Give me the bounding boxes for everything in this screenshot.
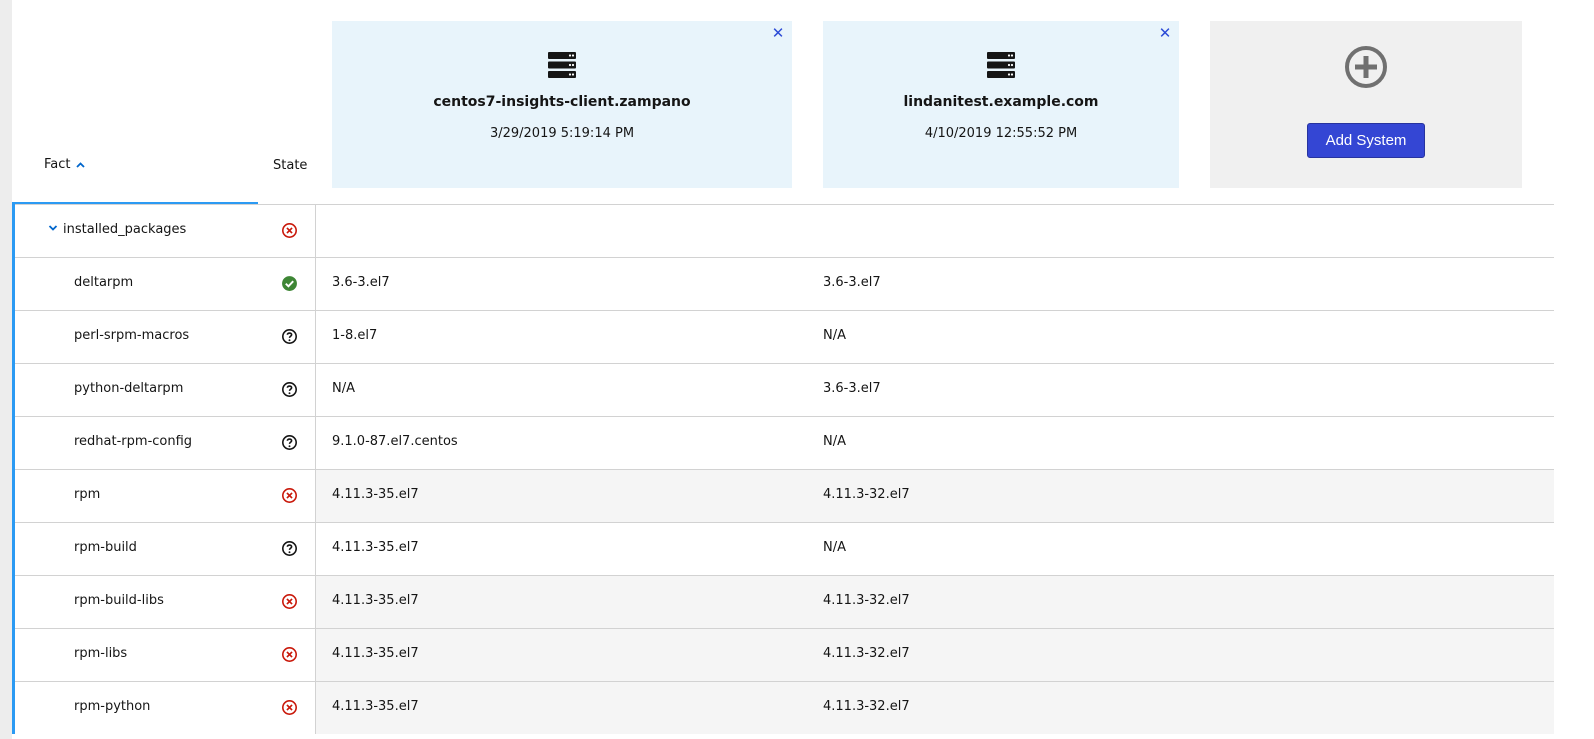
sort-ascending-icon: [75, 158, 85, 171]
table-row: rpm-build 4.11.3-35.el7 N/A: [12, 522, 1554, 575]
server-icon: [987, 52, 1015, 78]
fact-cell: deltarpm: [15, 258, 316, 310]
system-1-value: 1-8.el7: [332, 328, 378, 343]
different-state-icon: [282, 700, 297, 715]
check-circle-icon: [282, 276, 297, 291]
system-2-value: 4.11.3-32.el7: [823, 699, 910, 714]
system-2-value: 4.11.3-32.el7: [823, 593, 910, 608]
table-row: perl-srpm-macros 1-8.el7 N/A: [12, 310, 1554, 363]
fact-name: rpm-build-libs: [74, 593, 164, 608]
table-row: rpm 4.11.3-35.el7 4.11.3-32.el7: [12, 469, 1554, 522]
system-name: lindanitest.example.com: [903, 94, 1099, 110]
fact-cell: rpm-libs: [15, 629, 316, 681]
fact-cell: installed_packages: [15, 205, 316, 257]
fact-cell: rpm-build: [15, 523, 316, 575]
system-2-value: N/A: [823, 434, 846, 449]
table-row: python-deltarpm N/A 3.6-3.el7: [12, 363, 1554, 416]
fact-name: installed_packages: [63, 222, 187, 237]
facts-table: installed_packages deltarpm 3.6-3.el7 3.…: [12, 204, 1554, 734]
system-1-value: 4.11.3-35.el7: [332, 699, 419, 714]
fact-name: deltarpm: [74, 275, 134, 290]
system-last-checkin: 3/29/2019 5:19:14 PM: [489, 126, 635, 141]
state-column-header[interactable]: State: [273, 158, 307, 173]
fact-name: perl-srpm-macros: [74, 328, 190, 343]
comparison-view: Fact State ✕ centos7-insights-client.zam…: [12, 0, 1594, 739]
fact-column-header[interactable]: Fact: [44, 157, 85, 172]
system-1-value: 3.6-3.el7: [332, 275, 390, 290]
system-card: ✕ lindanitest.example.com 4/10/2019 12:5…: [823, 21, 1179, 188]
system-2-value: N/A: [823, 328, 846, 343]
system-last-checkin: 4/10/2019 12:55:52 PM: [924, 126, 1078, 141]
table-row: rpm-build-libs 4.11.3-35.el7 4.11.3-32.e…: [12, 575, 1554, 628]
system-card: ✕ centos7-insights-client.zampano 3/29/2…: [332, 21, 792, 188]
fact-cell: rpm-python: [15, 682, 316, 734]
add-system-card: Add System: [1210, 21, 1522, 188]
remove-system-icon[interactable]: ✕: [1157, 25, 1173, 41]
fact-cell: rpm-build-libs: [15, 576, 316, 628]
table-row: rpm-libs 4.11.3-35.el7 4.11.3-32.el7: [12, 628, 1554, 681]
fact-name: rpm: [74, 487, 101, 502]
system-2-value: 4.11.3-32.el7: [823, 487, 910, 502]
table-row: installed_packages: [12, 204, 1554, 257]
question-circle-icon: [282, 435, 297, 450]
server-icon: [548, 52, 576, 78]
fact-cell: python-deltarpm: [15, 364, 316, 416]
fact-name: python-deltarpm: [74, 381, 184, 396]
fact-header-label: Fact: [44, 157, 71, 172]
question-circle-icon: [282, 541, 297, 556]
system-2-value: 4.11.3-32.el7: [823, 646, 910, 661]
system-2-value: N/A: [823, 540, 846, 555]
question-circle-icon: [282, 329, 297, 344]
table-row: redhat-rpm-config 9.1.0-87.el7.centos N/…: [12, 416, 1554, 469]
question-circle-icon: [282, 382, 297, 397]
table-row: rpm-python 4.11.3-35.el7 4.11.3-32.el7: [12, 681, 1554, 734]
system-2-value: 3.6-3.el7: [823, 275, 881, 290]
system-1-value: 4.11.3-35.el7: [332, 593, 419, 608]
system-1-value: 4.11.3-35.el7: [332, 540, 419, 555]
add-system-button[interactable]: Add System: [1307, 123, 1425, 158]
plus-circle-icon: [1345, 46, 1387, 88]
system-name: centos7-insights-client.zampano: [433, 94, 691, 110]
system-1-value: 4.11.3-35.el7: [332, 487, 419, 502]
different-state-icon: [282, 647, 297, 662]
fact-name: redhat-rpm-config: [74, 434, 193, 449]
table-row: deltarpm 3.6-3.el7 3.6-3.el7: [12, 257, 1554, 310]
system-1-value: N/A: [332, 381, 355, 396]
fact-name: rpm-python: [74, 699, 151, 714]
system-2-value: 3.6-3.el7: [823, 381, 881, 396]
fact-cell: rpm: [15, 470, 316, 522]
fact-name: rpm-build: [74, 540, 137, 555]
different-state-icon: [282, 223, 297, 238]
chevron-down-icon[interactable]: [48, 221, 58, 235]
system-1-value: 4.11.3-35.el7: [332, 646, 419, 661]
fact-name: rpm-libs: [74, 646, 128, 661]
system-1-value: 9.1.0-87.el7.centos: [332, 434, 458, 449]
fact-cell: perl-srpm-macros: [15, 311, 316, 363]
remove-system-icon[interactable]: ✕: [770, 25, 786, 41]
fact-cell: redhat-rpm-config: [15, 417, 316, 469]
different-state-icon: [282, 488, 297, 503]
different-state-icon: [282, 594, 297, 609]
